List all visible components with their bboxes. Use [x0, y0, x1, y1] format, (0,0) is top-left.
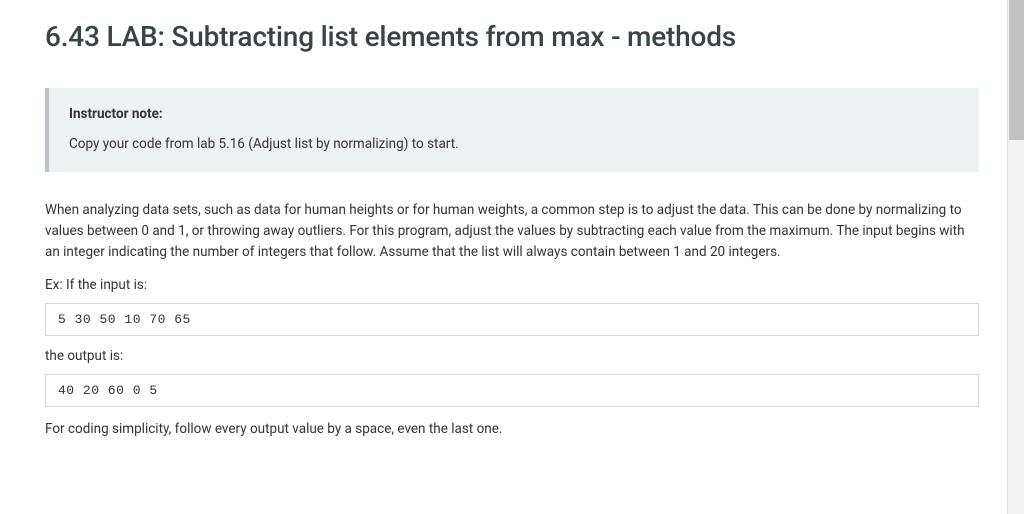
intro-paragraph: When analyzing data sets, such as data f…: [45, 200, 979, 263]
instructor-note-text: Copy your code from lab 5.16 (Adjust lis…: [69, 136, 959, 152]
page-title: 6.43 LAB: Subtracting list elements from…: [45, 20, 979, 53]
instructor-note-label: Instructor note:: [69, 106, 959, 122]
vertical-scrollbar-track[interactable]: [1007, 0, 1024, 514]
example-input-label: Ex: If the input is:: [45, 277, 979, 293]
example-output-code: 40 20 60 0 5: [45, 374, 979, 407]
vertical-scrollbar-thumb[interactable]: [1009, 0, 1024, 140]
footer-paragraph: For coding simplicity, follow every outp…: [45, 419, 979, 440]
instructor-note-box: Instructor note: Copy your code from lab…: [45, 88, 979, 172]
example-output-label: the output is:: [45, 348, 979, 364]
example-input-code: 5 30 50 10 70 65: [45, 303, 979, 336]
